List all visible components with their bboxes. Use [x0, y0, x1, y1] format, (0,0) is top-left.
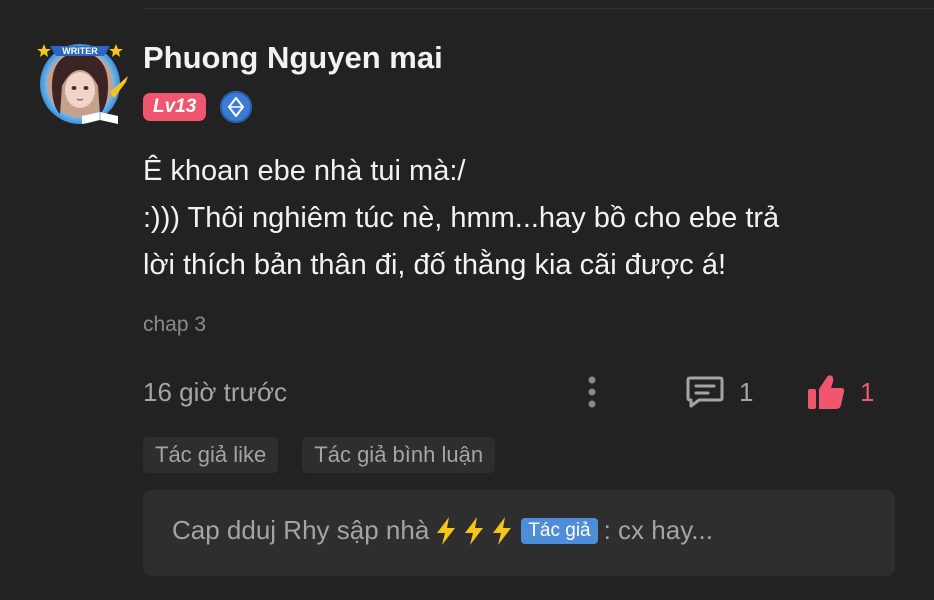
- lightning-bolt-icon: [437, 516, 456, 545]
- tag-author-comment: Tác giả bình luận: [302, 437, 496, 473]
- reply-count: 1: [739, 376, 754, 407]
- avatar[interactable]: WRITER: [30, 36, 130, 128]
- thumbs-up-icon: [808, 375, 845, 409]
- reply-username[interactable]: Cap dduj Rhy sập nhà: [172, 515, 429, 546]
- comment-body: Ê khoan ebe nhà tui mà:/ :))) Thôi nghiê…: [143, 148, 903, 289]
- reply-text: : cx hay...: [603, 515, 713, 545]
- author-badge: Tác giả: [521, 517, 598, 544]
- bolt-emojis: [433, 516, 515, 546]
- level-badge: Lv13: [143, 93, 207, 121]
- comment-line: lời thích bản thân đi, đố thằng kia cãi …: [143, 249, 727, 281]
- lightning-bolt-icon: [493, 516, 512, 545]
- like-button[interactable]: 1: [806, 372, 874, 412]
- chapter-label[interactable]: chap 3: [143, 313, 206, 337]
- reply-button[interactable]: 1: [685, 372, 753, 412]
- divider: [143, 8, 934, 9]
- vertical-ellipsis-icon[interactable]: [580, 372, 604, 412]
- comment-line: :))) Thôi nghiêm túc nè, hmm...hay bồ ch…: [143, 202, 780, 234]
- tag-author-like: Tác giả like: [143, 437, 279, 473]
- avatar-frame-text: WRITER: [62, 46, 98, 56]
- comment-line: Ê khoan ebe nhà tui mà:/: [143, 155, 466, 187]
- gem-icon: [220, 91, 253, 123]
- comment-item: WRITER Phuong Nguyen mai Lv13 Ê khoan eb…: [0, 0, 934, 600]
- comment-actions: 16 giờ trước 1 1: [0, 370, 934, 414]
- comment-bubble-icon: [686, 376, 724, 408]
- like-count: 1: [860, 376, 875, 407]
- tag-list: Tác giả like Tác giả bình luận: [143, 437, 496, 473]
- reply-preview-line: Cap dduj Rhy sập nhà Tác giả : cx hay...: [172, 515, 713, 546]
- username[interactable]: Phuong Nguyen mai: [143, 40, 443, 76]
- user-badges: Lv13: [143, 91, 253, 123]
- lightning-bolt-icon: [465, 516, 484, 545]
- timestamp: 16 giờ trước: [143, 377, 287, 407]
- reply-preview[interactable]: Cap dduj Rhy sập nhà Tác giả : cx hay...: [143, 490, 895, 576]
